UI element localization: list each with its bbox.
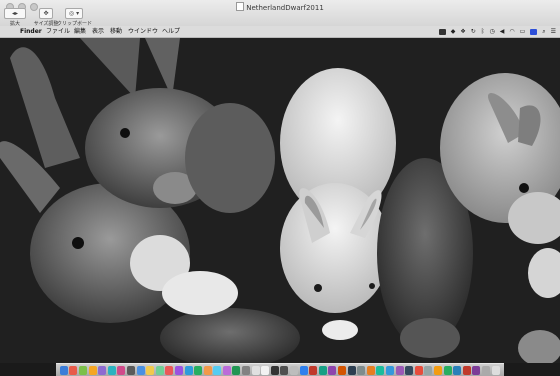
dock-app-icon[interactable] <box>433 365 442 375</box>
dock-app-icon[interactable] <box>290 365 299 375</box>
dock-app-icon[interactable] <box>251 365 260 375</box>
dock-app-icon[interactable] <box>299 365 308 375</box>
menu-edit[interactable]: 編集 <box>74 26 86 37</box>
menu-window[interactable]: ウインドウ <box>128 26 158 37</box>
rabbit-photo <box>0 38 560 363</box>
dropbox-icon[interactable]: ❖ <box>460 26 465 37</box>
dock-app-icon[interactable] <box>232 365 241 375</box>
resize-tool[interactable]: ✥ サイズ調整 <box>33 8 59 27</box>
menu-bar: Finder ファイル 編集 表示 移動 ウインドウ ヘルプ ◆ ❖ ↻ ᛒ ◷… <box>0 26 560 38</box>
dock-app-icon[interactable] <box>424 365 433 375</box>
status-tray: ◆ ❖ ↻ ᛒ ◷ ◀ ◠ ▭ ⌕ ☰ <box>438 26 556 37</box>
dock-app-icon[interactable] <box>107 365 116 375</box>
battery-icon[interactable]: ▭ <box>520 26 526 37</box>
zoom-buttons[interactable]: ◂▸ <box>4 8 26 19</box>
dock-app-icon[interactable] <box>357 365 366 375</box>
dock-app-icon[interactable] <box>453 365 462 375</box>
evernote-icon[interactable]: ◆ <box>451 26 456 37</box>
bluetooth-icon[interactable]: ᛒ <box>481 26 485 37</box>
zoom-in-icon[interactable]: ▸ <box>15 10 18 17</box>
zoom-tool[interactable]: ◂▸ 拡大 <box>4 8 26 27</box>
window-title-text: NetherlandDwarf2011 <box>246 4 324 12</box>
preview-titlebar: NetherlandDwarf2011 ◂▸ 拡大 ✥ サイズ調整 ◎ ▾ クリ… <box>0 0 560 27</box>
dock-app-icon[interactable] <box>78 365 87 375</box>
notification-center-icon[interactable]: ☰ <box>551 26 556 37</box>
input-method-icon[interactable] <box>530 28 538 35</box>
dock-app-icon[interactable] <box>491 365 500 375</box>
dock-app-icon[interactable] <box>347 365 356 375</box>
dock-app-icon[interactable] <box>59 365 68 375</box>
wifi-icon[interactable]: ◠ <box>509 26 514 37</box>
volume-icon[interactable]: ◀ <box>500 26 505 37</box>
menu-go[interactable]: 移動 <box>110 26 122 37</box>
dock-app-icon[interactable] <box>328 365 337 375</box>
dock-app-icon[interactable] <box>146 365 155 375</box>
dock-app-icon[interactable] <box>155 365 164 375</box>
dock-app-icon[interactable] <box>395 365 404 375</box>
dock-app-icon[interactable] <box>280 365 289 375</box>
dock-app-icon[interactable] <box>117 365 126 375</box>
dock-app-icon[interactable] <box>126 365 135 375</box>
menu-view[interactable]: 表示 <box>92 26 104 37</box>
dock-app-icon[interactable] <box>213 365 222 375</box>
dock-app-icon[interactable] <box>98 365 107 375</box>
dock-app-icon[interactable] <box>165 365 174 375</box>
spotlight-search-icon[interactable]: ⌕ <box>542 26 545 37</box>
dock-app-icon[interactable] <box>203 365 212 375</box>
dock-app-icon[interactable] <box>338 365 347 375</box>
status-app-icon[interactable] <box>438 28 446 35</box>
dock-app-icon[interactable] <box>405 365 414 375</box>
dock-app-icon[interactable] <box>194 365 203 375</box>
dock-app-icon[interactable] <box>136 365 145 375</box>
dock-app-icon[interactable] <box>481 365 490 375</box>
dock-app-icon[interactable] <box>69 365 78 375</box>
sync-icon[interactable]: ↻ <box>471 26 476 37</box>
clipboard-tool[interactable]: ◎ ▾ クリップボード <box>57 8 92 27</box>
dock-app-icon[interactable] <box>385 365 394 375</box>
menu-finder[interactable]: Finder <box>20 26 42 37</box>
dock-app-icon[interactable] <box>184 365 193 375</box>
dock-app-icon[interactable] <box>443 365 452 375</box>
dock-app-icon[interactable] <box>222 365 231 375</box>
dock-app-icon[interactable] <box>472 365 481 375</box>
menu-help[interactable]: ヘルプ <box>162 26 180 37</box>
dock-app-icon[interactable] <box>414 365 423 375</box>
dock-app-icon[interactable] <box>174 365 183 375</box>
dock-app-icon[interactable] <box>261 365 270 375</box>
dock-app-icon[interactable] <box>376 365 385 375</box>
dock-app-icon[interactable] <box>366 365 375 375</box>
dock-app-icon[interactable] <box>318 365 327 375</box>
dock <box>56 363 504 376</box>
dock-app-icon[interactable] <box>242 365 251 375</box>
dock-app-icon[interactable] <box>462 365 471 375</box>
dock-app-icon[interactable] <box>88 365 97 375</box>
document-icon <box>236 2 245 11</box>
clipboard-icon[interactable]: ◎ ▾ <box>65 8 83 19</box>
dock-app-icon[interactable] <box>309 365 318 375</box>
menu-file[interactable]: ファイル <box>46 26 70 37</box>
time-machine-icon[interactable]: ◷ <box>489 26 494 37</box>
resize-icon[interactable]: ✥ <box>39 8 53 19</box>
dock-app-icon[interactable] <box>270 365 279 375</box>
rabbit-photo-drawing <box>0 38 560 363</box>
